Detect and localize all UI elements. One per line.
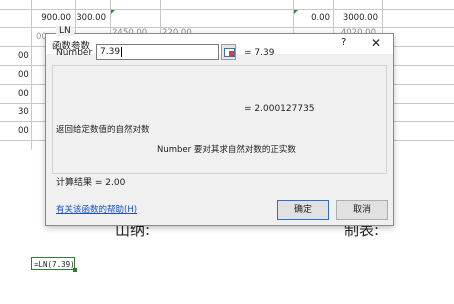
grid-line <box>31 0 32 150</box>
cell-value[interactable]: 3000.00 <box>336 13 378 23</box>
cell-value[interactable]: 00 <box>18 70 29 80</box>
calculation-result: 计算结果 = 2.00 <box>56 178 126 188</box>
ok-button[interactable]: 确定 <box>277 200 329 220</box>
cell-value[interactable]: 900.00 <box>35 13 71 23</box>
cell-value[interactable]: 0.00 <box>296 13 330 23</box>
cell-value[interactable]: 00 <box>18 126 29 136</box>
cell-value[interactable]: 00 <box>18 89 29 99</box>
cell-value[interactable]: 00 <box>18 51 29 61</box>
collapse-dialog-button[interactable] <box>221 44 236 60</box>
cancel-button[interactable]: 取消 <box>336 200 388 220</box>
fill-handle[interactable] <box>73 268 77 272</box>
function-name: LN <box>56 26 74 36</box>
argument-description: Number 要对其求自然对数的正实数 <box>157 145 296 155</box>
cell-warning-marker <box>111 10 115 14</box>
range-select-icon-arrow <box>229 51 234 56</box>
formula-result-value: = 2.000127735 <box>244 104 315 114</box>
help-button[interactable]: ? <box>341 37 346 48</box>
grid-line <box>0 9 454 10</box>
cell-value[interactable]: 300.00 <box>76 13 106 23</box>
function-help-link[interactable]: 有关该函数的帮助(H) <box>56 203 137 215</box>
function-description: 返回给定数值的自然对数 <box>56 125 150 135</box>
argument-evaluated-value: = 7.39 <box>244 48 275 58</box>
close-button[interactable]: ✕ <box>368 35 384 51</box>
argument-label: Number <box>56 48 93 58</box>
number-input-value: 7.39 <box>100 47 121 57</box>
number-input[interactable]: 7.39 <box>96 44 219 60</box>
active-cell-formula: =LN(7.39) <box>34 260 75 269</box>
cell-value[interactable]: 30 <box>18 107 29 117</box>
text-caret <box>121 46 123 57</box>
arguments-group <box>52 65 387 174</box>
active-cell[interactable]: =LN(7.39) <box>31 257 77 272</box>
